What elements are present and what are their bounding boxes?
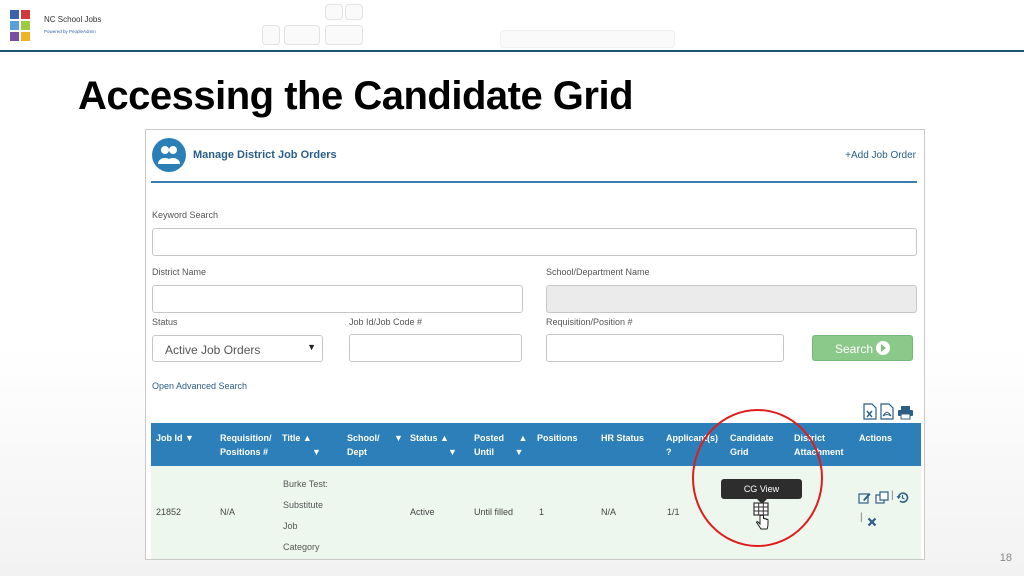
search-button-label: Search [835, 342, 874, 356]
help-icon: ? [666, 447, 672, 457]
column-header-positions[interactable]: Positions [537, 431, 578, 445]
users-icon [152, 138, 186, 172]
panel-heading: Manage District Job Orders [193, 149, 337, 161]
dropdown-caret-icon: ▼ [307, 342, 316, 352]
close-icon[interactable] [867, 514, 877, 532]
add-job-order-link[interactable]: +Add Job Order [845, 150, 916, 161]
column-header-actions: Actions [859, 433, 893, 443]
posted-until-cell: Until filled [474, 507, 514, 517]
school-department-label: School/Department Name [546, 267, 650, 277]
sort-icon: ▼ [312, 447, 321, 457]
row-actions: | | [858, 490, 918, 532]
requisition-cell: N/A [220, 507, 236, 517]
positions-cell: 1 [539, 507, 545, 517]
column-header-title[interactable]: Title ▲ ▼ [282, 431, 321, 459]
decorative-square [345, 4, 363, 20]
column-header-hr-status[interactable]: HR Status [601, 431, 644, 445]
hr-status-cell: N/A [601, 507, 617, 517]
keyword-search-label: Keyword Search [152, 210, 219, 220]
status-select[interactable]: Active Job Orders ▼ [152, 335, 323, 362]
sort-down-icon: ▼ [185, 433, 194, 443]
job-id-input[interactable] [349, 334, 522, 362]
sort-icon: ▲ [518, 433, 528, 443]
panel-divider [151, 181, 917, 183]
slide-number: 18 [999, 552, 1012, 564]
column-header-school-dept[interactable]: School/ ▼ Dept [347, 431, 403, 459]
search-button[interactable]: Search [812, 335, 913, 361]
sort-icon: ▼ [514, 447, 524, 457]
keyword-search-input[interactable] [152, 228, 917, 256]
district-name-label: District Name [152, 267, 207, 277]
decorative-square [284, 25, 320, 45]
sort-down-icon: ▼ [394, 433, 403, 443]
decorative-square [262, 25, 280, 45]
decorative-bar [500, 30, 675, 48]
decorative-square [325, 4, 343, 20]
open-advanced-search-link[interactable]: Open Advanced Search [152, 381, 247, 391]
requisition-input[interactable] [546, 334, 784, 362]
column-header-posted-until[interactable]: Posted ▲ Until ▼ [474, 431, 527, 459]
slide-title: Accessing the Candidate Grid [78, 74, 634, 118]
status-label: Status [152, 317, 178, 327]
job-id-cell: 21852 [156, 507, 182, 517]
requisition-label: Requisition/Position # [546, 317, 633, 327]
print-icon[interactable] [897, 405, 914, 425]
pdf-icon[interactable] [880, 403, 894, 425]
school-department-input[interactable] [546, 285, 917, 313]
header-divider [0, 50, 1024, 52]
applicants-cell[interactable]: 1/1 [667, 507, 680, 517]
excel-icon[interactable] [863, 403, 877, 425]
sort-icon: ▲ [302, 433, 312, 443]
district-name-input[interactable] [152, 285, 523, 313]
title-cell: Burke Test: Substitute Job Category [283, 479, 328, 552]
sort-icon: ▼ [448, 447, 457, 457]
nc-school-jobs-logo [10, 10, 40, 42]
status-select-value: Active Job Orders [165, 343, 261, 357]
column-header-requisition[interactable]: Requisition/Positions # [220, 431, 272, 459]
highlight-circle [692, 409, 823, 547]
history-icon[interactable] [896, 491, 909, 509]
edit-icon[interactable] [858, 491, 871, 509]
logo-subtitle: Powered by PeopleAdmin [44, 29, 96, 34]
job-id-label: Job Id/Job Code # [349, 317, 423, 327]
action-separator: | [860, 512, 863, 523]
sort-icon: ▲ [440, 433, 449, 443]
export-toolbar [863, 403, 918, 421]
slide-header: NC School Jobs Powered by PeopleAdmin [0, 0, 1024, 56]
status-cell: Active [410, 507, 435, 517]
column-header-status[interactable]: Status ▲ ▼ [410, 431, 457, 459]
decorative-square [325, 25, 363, 45]
action-separator: | [891, 490, 894, 501]
column-header-job-id[interactable]: Job Id ▼ [156, 431, 194, 445]
copy-icon[interactable] [875, 491, 889, 509]
arrow-right-circle-icon [876, 341, 890, 355]
logo-title: NC School Jobs [44, 15, 102, 24]
